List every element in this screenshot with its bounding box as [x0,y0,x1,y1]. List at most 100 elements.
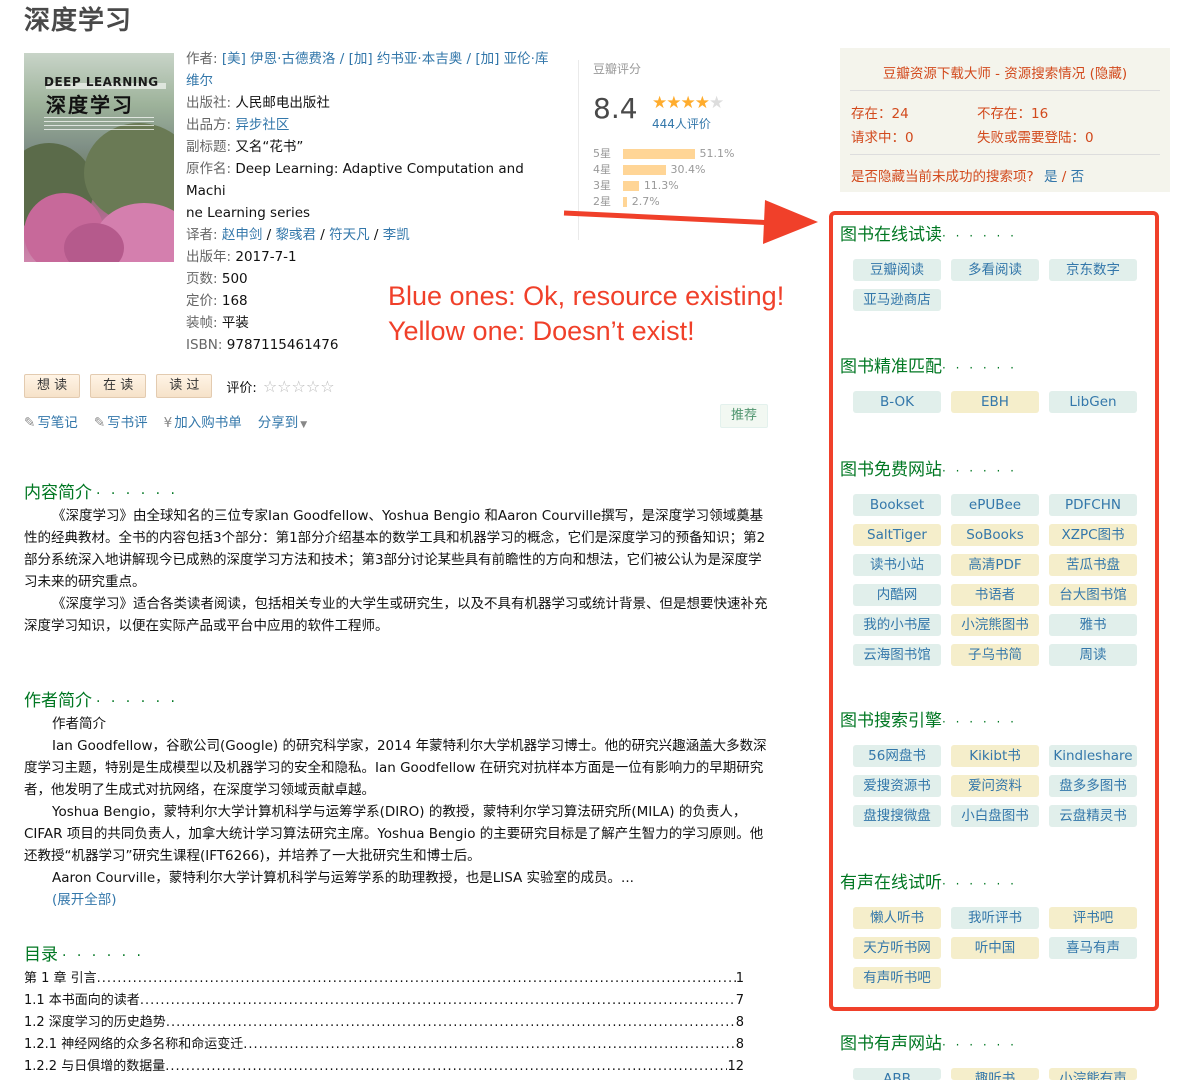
author-paragraph: Yoshua Bengio，蒙特利尔大学计算机科学与运筹学系(DIRO) 的教授… [24,804,764,864]
expand-all-link[interactable]: (展开全部) [52,892,117,908]
translator-link[interactable]: 赵申剑 [222,227,263,243]
resource-tag[interactable]: 苦瓜书盘 [1049,554,1137,576]
add-cart-link[interactable]: ¥ 加入购书单 [164,411,242,431]
resource-tag[interactable]: 多看阅读 [951,259,1039,281]
resource-group-heading: 图书精准匹配· · · · · · [840,352,1017,377]
translator-link[interactable]: 黎彧君 [276,227,317,243]
toc-leader [166,1012,736,1034]
rating-bar-row: 3星 11.3% [593,178,734,194]
resource-tag[interactable]: 我的小书屋 [853,614,941,636]
failed-count: 失败或需要登陆：0 [977,130,1094,146]
resource-tag[interactable]: 小白盘图书 [951,805,1039,827]
toc-leader [97,968,736,990]
resource-tag[interactable]: 小浣熊图书 [951,614,1039,636]
resource-tag[interactable]: 云海图书馆 [853,644,941,666]
rate-label: 评价: [226,380,257,396]
resource-tag[interactable]: 有声听书吧 [853,967,941,989]
resource-group-dots: · · · · · · [942,877,1017,891]
original-value-cont: ne Learning series [186,205,311,221]
resource-tag[interactable]: 我听评书 [951,907,1039,929]
resource-tag[interactable]: 盘多多图书 [1049,775,1137,797]
toc-item: 1.2.2 与日俱增的数据量 12 [24,1056,744,1078]
resource-tag[interactable]: SaltTiger [853,524,941,546]
panel-title: 豆瓣资源下载大师 - 资源搜索情况 (隐藏) [882,66,1128,82]
cover-title-en: DEEP LEARNING [44,75,159,89]
hide-yes-link[interactable]: 是 [1044,169,1058,185]
resource-tag[interactable]: 雅书 [1049,614,1137,636]
resource-tag[interactable]: 子乌书简 [951,644,1039,666]
book-cover[interactable]: DEEP LEARNING 深度学习 [24,53,174,262]
publisher-label: 出版社: [186,95,232,111]
toc-list: 第 1 章 引言 11.1 本书面向的读者 71.2 深度学习的历史趋势 81.… [24,968,744,1078]
isbn-value: 9787115461476 [226,337,339,353]
resource-tag[interactable]: 听中国 [951,937,1039,959]
toc-item-title: 1.1 本书面向的读者 [24,993,140,1008]
recommend-button[interactable]: 推荐 [720,404,768,428]
binding-value: 平装 [221,315,249,331]
resource-tag[interactable]: ePUBee [951,494,1039,516]
resource-tag[interactable]: 内酷网 [853,584,941,606]
pencil-icon: ✎ [93,415,106,431]
resource-tag[interactable]: 周读 [1049,644,1137,666]
resource-tag[interactable]: PDFCHN [1049,494,1137,516]
annotation-line-2: Yellow one: Doesn’t exist! [388,316,695,346]
intro-heading: 内容简介 · · · · · · [24,483,178,503]
rating-bar-label: 5星 [593,147,611,160]
resource-tag[interactable]: 盘搜搜微盘 [853,805,941,827]
toc-item-title: 第 1 章 引言 [24,971,97,986]
authors-link[interactable]: [美] 伊恩·古德费洛 / [加] 约书亚·本吉奥 / [加] 亚伦·库 [222,51,549,67]
resource-tag[interactable]: 豆瓣阅读 [853,259,941,281]
author-paragraph: Aaron Courville，蒙特利尔大学计算机科学与运筹学系的助理教授，也是… [52,870,634,886]
resource-tag[interactable]: 读书小站 [853,554,941,576]
toc-item-page: 8 [735,1037,744,1052]
resource-tag[interactable]: 喜马有声 [1049,937,1137,959]
resource-tag[interactable]: 亚马逊商店 [853,289,941,311]
hide-panel-link[interactable]: (隐藏) [1090,66,1128,82]
resource-tag[interactable]: EBH [951,391,1039,413]
toc-item: 1.2 深度学习的历史趋势 8 [24,1012,744,1034]
rating-bar-label: 3星 [593,179,611,192]
write-note-link[interactable]: ✎ 写笔记 [24,411,78,431]
resource-tag[interactable]: 台大图书馆 [1049,584,1137,606]
resource-group-name: 图书免费网站 [840,460,942,480]
resource-tag[interactable]: 书语者 [951,584,1039,606]
reading-button[interactable]: 在 读 [90,374,147,398]
resource-tag[interactable]: LibGen [1049,391,1137,413]
resource-tag[interactable]: 小浣熊有声 [1049,1068,1137,1080]
resource-tag[interactable]: SoBooks [951,524,1039,546]
resource-tag[interactable]: 爱搜资源书 [853,775,941,797]
translator-link[interactable]: 李凯 [383,227,410,243]
resource-tag[interactable]: 京东数字 [1049,259,1137,281]
resource-tag[interactable]: Bookset [853,494,941,516]
share-link[interactable]: 分享到 ▼ [258,411,309,431]
resource-tag[interactable]: 天方听书网 [853,937,941,959]
binding-label: 装帧: [186,315,218,331]
resource-tag[interactable]: 懒人听书 [853,907,941,929]
resource-tag[interactable]: 云盘精灵书 [1049,805,1137,827]
hide-no-link[interactable]: 否 [1071,169,1085,185]
resource-tag[interactable]: Kindleshare [1049,745,1137,767]
want-read-button[interactable]: 想 读 [24,374,81,398]
authors-link-cont[interactable]: 维尔 [186,73,213,89]
rating-bar-row: 5星 51.1% [593,146,734,162]
toc-leader [140,990,736,1012]
author-label: 作者: [186,51,218,67]
resource-tag[interactable]: 爱问资料 [951,775,1039,797]
resource-tag[interactable]: XZPC图书 [1049,524,1137,546]
resource-tag[interactable]: B-OK [853,391,941,413]
rating-count-link[interactable]: 444人评价 [652,115,711,132]
read-button[interactable]: 读 过 [156,374,213,398]
resource-tag[interactable]: 高清PDF [951,554,1039,576]
notexist-count: 不存在：16 [977,106,1049,122]
rating-bar-percent: 51.1% [699,147,735,160]
producer-link[interactable]: 异步社区 [235,117,289,133]
rate-stars-icon[interactable]: ☆☆☆☆☆ [263,377,335,396]
resource-tag[interactable]: 趣听书 [951,1068,1039,1080]
resource-tag[interactable]: 56网盘书 [853,745,941,767]
translator-link[interactable]: 符天凡 [329,227,370,243]
resource-tag[interactable]: Kikibt书 [951,745,1039,767]
resource-tag[interactable]: ABB [853,1068,941,1080]
resource-tag[interactable]: 评书吧 [1049,907,1137,929]
toc-item-title: 1.2.2 与日俱增的数据量 [24,1059,166,1074]
write-review-link[interactable]: ✎ 写书评 [94,411,148,431]
